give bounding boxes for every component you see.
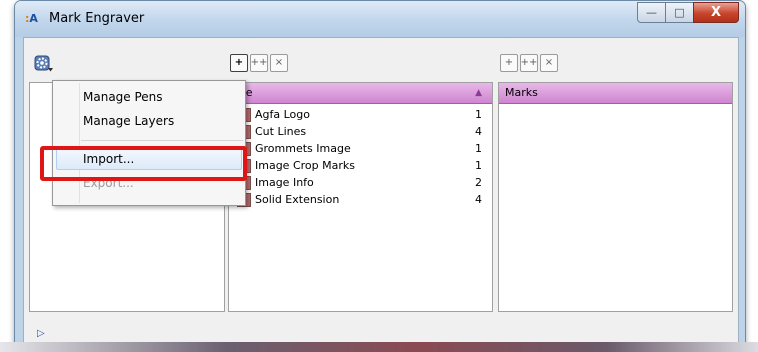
layer-mark-count: 2 xyxy=(475,176,482,189)
close-icon: × xyxy=(274,57,284,68)
add-multiple-marks-button[interactable]: ++ xyxy=(520,54,538,72)
layer-name: Image Info xyxy=(255,176,314,189)
layer-name: Grommets Image xyxy=(255,142,351,155)
layer-mark-count: 1 xyxy=(475,159,482,172)
minimize-button[interactable]: — xyxy=(637,2,666,23)
desktop-background-strip xyxy=(0,342,758,352)
layer-mark-count: 4 xyxy=(475,125,482,138)
layer-name: Cut Lines xyxy=(255,125,307,138)
list-item[interactable]: Grommets Image 1 xyxy=(229,141,492,158)
sort-ascending-icon: ▲ xyxy=(475,88,482,98)
menu-separator xyxy=(81,140,243,141)
layer-mark-count: 1 xyxy=(475,142,482,155)
add-multiple-layers-button[interactable]: ++ xyxy=(250,54,268,72)
import-highlight-box xyxy=(40,146,247,181)
settings-menu-button[interactable] xyxy=(33,54,55,74)
list-item[interactable]: Agfa Logo 1 xyxy=(229,107,492,124)
layers-column-header[interactable]: me ▲ xyxy=(229,83,492,104)
menu-item-manage-layers[interactable]: Manage Layers xyxy=(83,114,174,128)
marks-toolbar: + ++ × xyxy=(500,54,560,72)
menu-item-manage-pens[interactable]: Manage Pens xyxy=(83,90,163,104)
expand-triangle-icon[interactable]: ▷ xyxy=(37,328,45,339)
plus-icon: + xyxy=(234,57,244,68)
layers-toolbar: + ++ × xyxy=(230,54,290,72)
close-button[interactable]: X xyxy=(693,2,739,23)
close-icon: × xyxy=(544,57,554,68)
maximize-icon: □ xyxy=(674,6,685,19)
layer-name: Image Crop Marks xyxy=(255,159,355,172)
marks-panel: Marks xyxy=(498,82,733,312)
layer-mark-count: 1 xyxy=(475,108,482,121)
list-item[interactable]: Cut Lines 4 xyxy=(229,124,492,141)
layer-name: Agfa Logo xyxy=(255,108,310,121)
add-mark-button[interactable]: + xyxy=(500,54,518,72)
remove-mark-button[interactable]: × xyxy=(540,54,558,72)
plus-plus-icon: ++ xyxy=(520,57,538,68)
layers-list: Agfa Logo 1 Cut Lines 4 Grommets Image 1… xyxy=(229,107,492,209)
plus-plus-icon: ++ xyxy=(250,57,268,68)
list-item[interactable]: Image Info 2 xyxy=(229,175,492,192)
layer-mark-count: 4 xyxy=(475,193,482,206)
plus-icon: + xyxy=(504,57,514,68)
add-layer-button[interactable]: + xyxy=(230,54,248,72)
window-controls: — □ X xyxy=(637,2,739,23)
list-item[interactable]: Solid Extension 4 xyxy=(229,192,492,209)
remove-layer-button[interactable]: × xyxy=(270,54,288,72)
list-item[interactable]: Image Crop Marks 1 xyxy=(229,158,492,175)
marks-header-label: Marks xyxy=(505,86,538,99)
settings-context-menu: Manage Pens Manage Layers Import... Expo… xyxy=(52,80,246,206)
maximize-button[interactable]: □ xyxy=(665,2,694,23)
app-logo-icon: :A xyxy=(25,12,38,25)
window-title: Mark Engraver xyxy=(49,11,145,26)
title-bar[interactable]: :A Mark Engraver — □ X xyxy=(15,1,745,37)
close-icon: X xyxy=(710,5,722,20)
gear-icon xyxy=(34,55,53,72)
menu-icon-gutter xyxy=(79,83,80,203)
layer-name: Solid Extension xyxy=(255,193,340,206)
minimize-icon: — xyxy=(646,6,657,19)
marks-column-header[interactable]: Marks xyxy=(499,83,732,104)
layers-panel: me ▲ Agfa Logo 1 Cut Lines 4 Grommets Im… xyxy=(228,82,493,312)
